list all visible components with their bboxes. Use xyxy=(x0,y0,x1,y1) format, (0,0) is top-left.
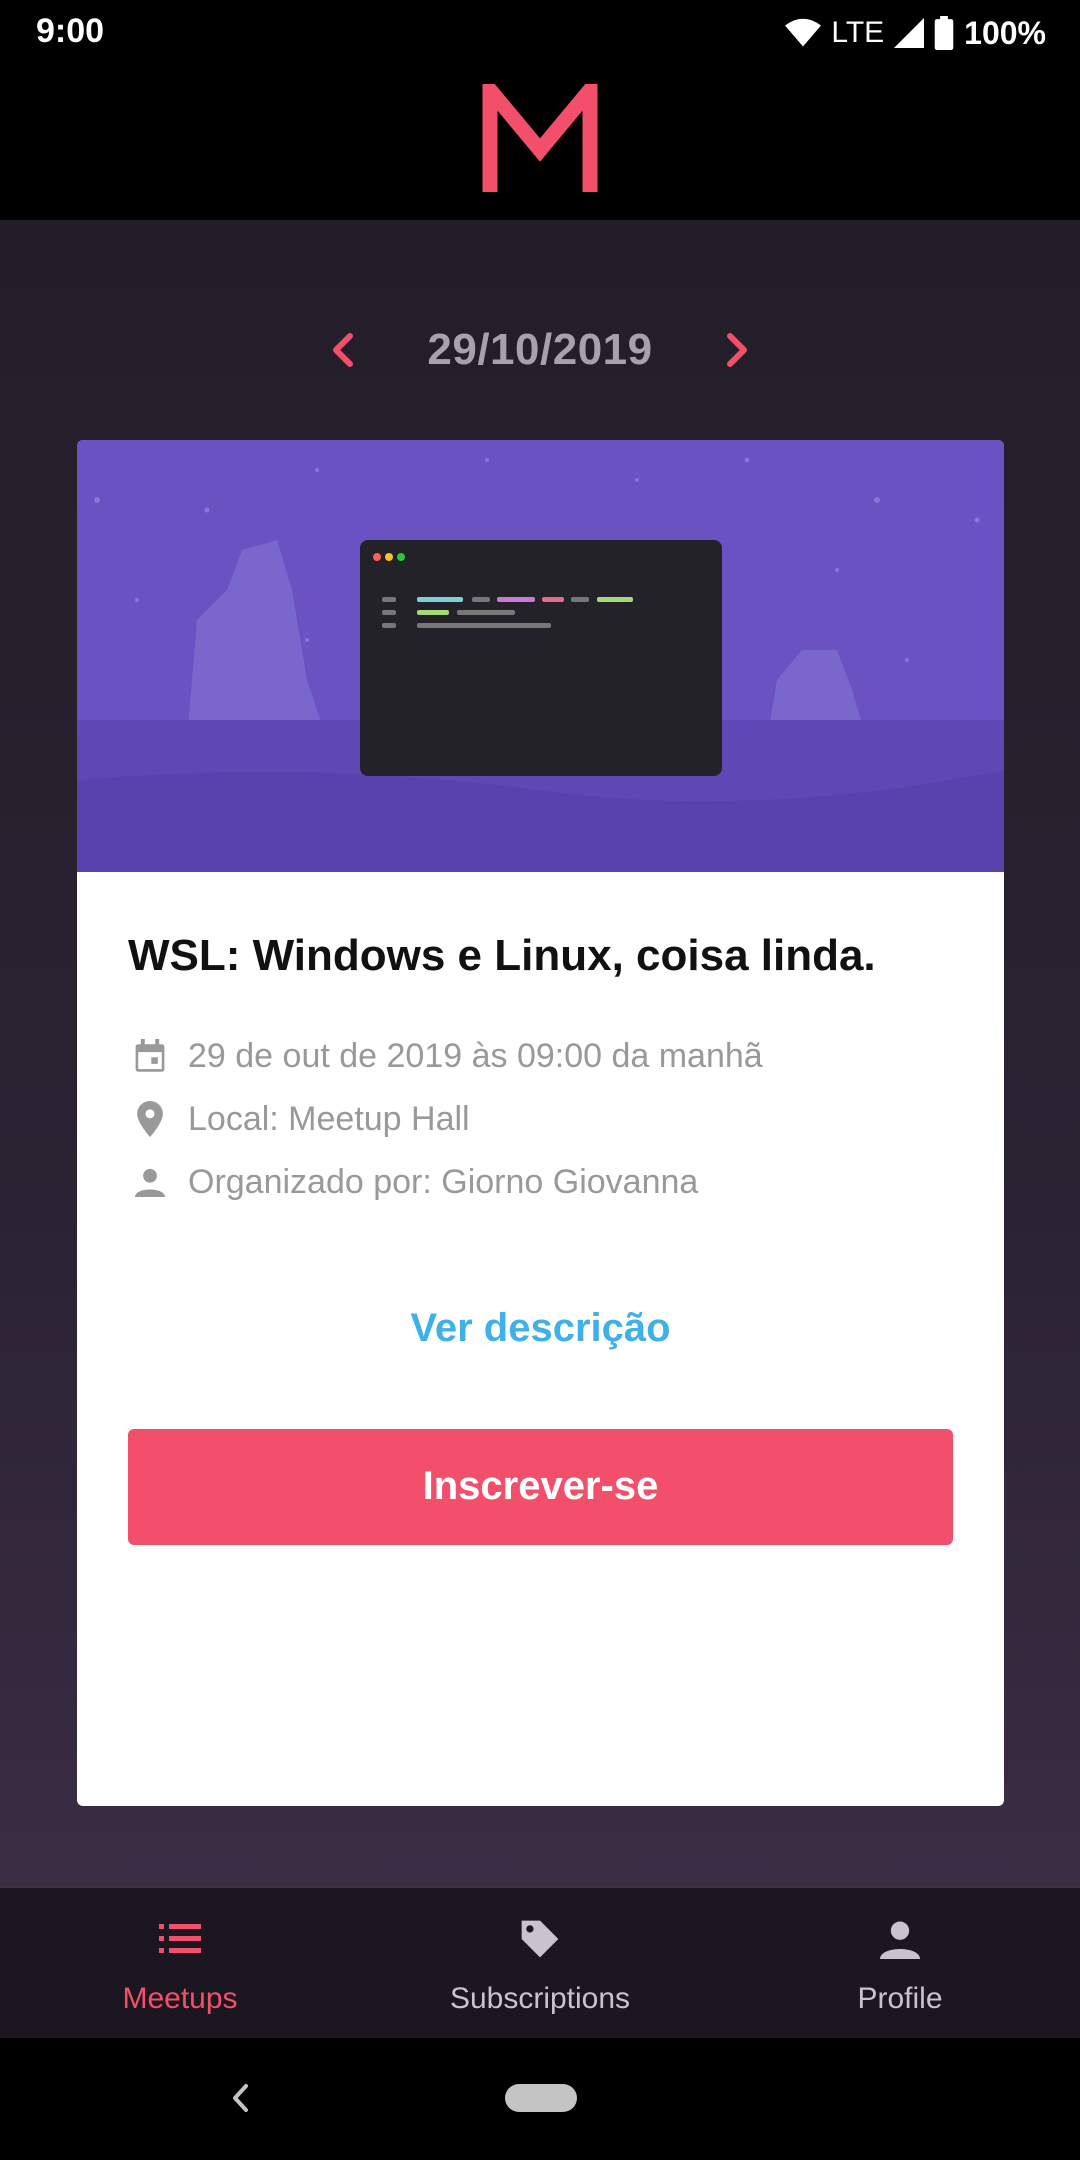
subscribe-button[interactable]: Inscrever-se xyxy=(128,1428,953,1545)
battery-icon xyxy=(934,16,954,50)
home-pill-icon[interactable] xyxy=(505,2084,577,2112)
date-navigator: 29/10/2019 xyxy=(0,300,1080,400)
list-icon xyxy=(155,1914,205,1964)
system-nav-bar xyxy=(0,2038,1080,2160)
person-icon xyxy=(128,1160,172,1204)
chevron-right-icon[interactable] xyxy=(703,315,773,385)
person-icon xyxy=(875,1914,925,1964)
tab-meetups-label: Meetups xyxy=(122,1982,238,2015)
status-bar: 9:00 LTE 100% xyxy=(0,0,1080,66)
meetup-banner-image xyxy=(77,440,1004,872)
status-indicators: LTE 100% xyxy=(785,12,1046,54)
meetup-title: WSL: Windows e Linux, coisa linda. xyxy=(128,931,876,980)
tab-profile-label: Profile xyxy=(857,1982,943,2015)
app-header xyxy=(0,66,1080,220)
status-time: 9:00 xyxy=(36,12,105,50)
meetup-organizer-text: Organizado por: Giorno Giovanna xyxy=(188,1162,699,1201)
view-description-link[interactable]: Ver descrição xyxy=(128,1306,953,1351)
battery-percent: 100% xyxy=(964,14,1046,51)
back-icon[interactable] xyxy=(210,2068,270,2128)
wifi-icon xyxy=(785,18,822,48)
tab-profile[interactable]: Profile xyxy=(720,1888,1080,2038)
meetup-card: WSL: Windows e Linux, coisa linda. 29 de… xyxy=(77,440,1004,1806)
m-logo-icon xyxy=(482,69,598,196)
tab-subscriptions[interactable]: Subscriptions xyxy=(360,1888,720,2038)
app-screen: 9:00 LTE 100% 29/10/2019 WSL: Windows e … xyxy=(0,0,1080,2160)
meetup-date-text: 29 de out de 2019 às 09:00 da manhã xyxy=(188,1036,763,1075)
meetup-organizer-row: Organizado por: Giorno Giovanna xyxy=(128,1151,953,1214)
signal-icon xyxy=(894,18,925,48)
network-label: LTE xyxy=(831,16,885,49)
meetup-location-row: Local: Meetup Hall xyxy=(128,1088,953,1151)
tag-icon xyxy=(515,1914,565,1964)
tab-subscriptions-label: Subscriptions xyxy=(449,1982,631,2015)
current-date: 29/10/2019 xyxy=(427,325,653,374)
meetup-card-body: WSL: Windows e Linux, coisa linda. 29 de… xyxy=(77,930,1004,1545)
chevron-left-icon[interactable] xyxy=(307,315,377,385)
meetup-info-list: 29 de out de 2019 às 09:00 da manhã Loca… xyxy=(128,1025,953,1214)
meetup-date-row: 29 de out de 2019 às 09:00 da manhã xyxy=(128,1025,953,1088)
tab-meetups[interactable]: Meetups xyxy=(0,1888,360,2038)
main-content: 29/10/2019 WSL: Windows e Linux, coisa l… xyxy=(0,220,1080,1886)
location-pin-icon xyxy=(128,1097,172,1141)
calendar-icon xyxy=(128,1034,172,1078)
bottom-tab-bar: Meetups Subscriptions Profile xyxy=(0,1886,1080,2038)
meetup-location-text: Local: Meetup Hall xyxy=(188,1099,470,1138)
